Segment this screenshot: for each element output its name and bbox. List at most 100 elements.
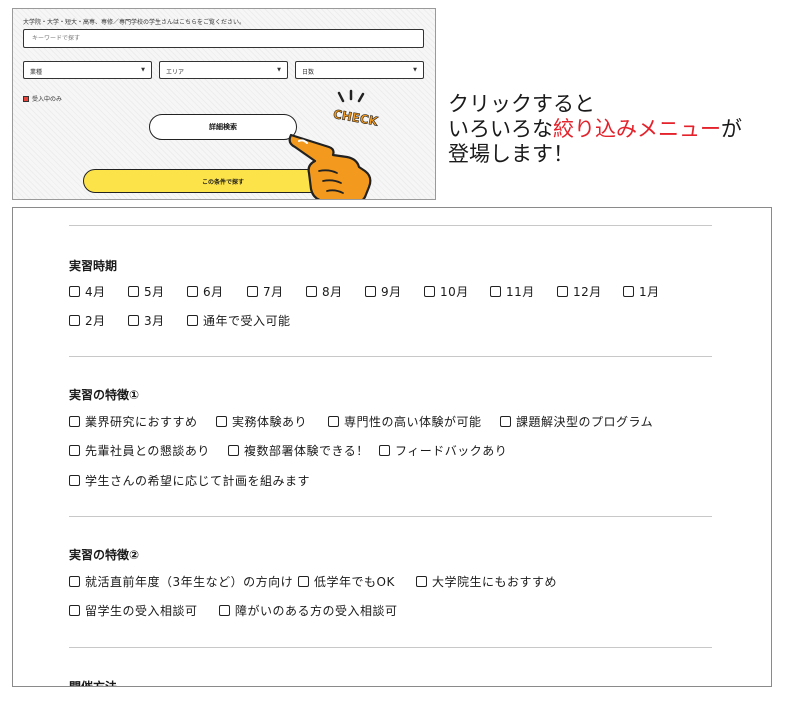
feature-option[interactable]: 先輩社員との懇談あり <box>69 442 210 459</box>
checkbox[interactable] <box>187 315 198 326</box>
checkbox[interactable] <box>424 286 435 297</box>
feature-option[interactable]: 障がいのある方の受入相談可 <box>219 602 398 619</box>
feature-option[interactable]: 業界研究におすすめ <box>69 413 198 430</box>
option-label: 通年で受入可能 <box>203 314 291 328</box>
checkbox[interactable] <box>228 445 239 456</box>
option-label: 学生さんの希望に応じて計画を組みます <box>85 474 311 488</box>
period-option[interactable]: 6月 <box>187 283 224 300</box>
feature-option[interactable]: 課題解決型のプログラム <box>500 413 653 430</box>
feature-option[interactable]: 大学院生にもおすすめ <box>416 573 557 590</box>
option-label: 障がいのある方の受入相談可 <box>235 604 398 618</box>
option-label: 業界研究におすすめ <box>85 415 198 429</box>
checkbox[interactable] <box>298 576 309 587</box>
period-option[interactable]: 通年で受入可能 <box>187 312 291 329</box>
period-option[interactable]: 7月 <box>247 283 284 300</box>
area-select[interactable]: エリア ▼ <box>159 61 288 79</box>
checkbox[interactable] <box>557 286 568 297</box>
period-option[interactable]: 3月 <box>128 312 165 329</box>
checkbox[interactable] <box>500 416 511 427</box>
industry-select-label: 業種 <box>30 69 43 76</box>
checkbox[interactable] <box>69 315 80 326</box>
period-option[interactable]: 10月 <box>424 283 469 300</box>
divider <box>69 356 712 357</box>
checkbox[interactable] <box>128 286 139 297</box>
option-label: 6月 <box>203 285 224 299</box>
option-label: 3月 <box>144 314 165 328</box>
checkbox[interactable] <box>416 576 427 587</box>
section-title-features-2: 実習の特徴② <box>69 548 140 562</box>
checkbox[interactable] <box>69 475 80 486</box>
caption-text: クリックすると いろいろな絞り込みメニューが 登場します！ <box>448 92 788 167</box>
checkbox[interactable] <box>219 605 230 616</box>
feature-option[interactable]: 留学生の受入相談可 <box>69 602 198 619</box>
option-label: 大学院生にもおすすめ <box>432 575 558 589</box>
accepting-only-checkbox[interactable]: 受入中のみ <box>23 94 62 103</box>
option-label: 12月 <box>573 285 602 299</box>
checkbox[interactable] <box>247 286 258 297</box>
caption-line-1: クリックすると <box>448 92 595 116</box>
days-select-label: 日数 <box>302 69 315 76</box>
feature-option[interactable]: 複数部署体験できる！ <box>228 442 369 459</box>
option-label: 実務体験あり <box>232 415 308 429</box>
checkbox[interactable] <box>490 286 501 297</box>
period-option[interactable]: 9月 <box>365 283 402 300</box>
feature-option[interactable]: フィードバックあり <box>379 442 507 459</box>
checkbox-mark <box>23 95 29 102</box>
option-label: 複数部署体験できる！ <box>244 444 369 458</box>
feature-option[interactable]: 就活直前年度（3年生など）の方向け <box>69 573 293 590</box>
period-option[interactable]: 5月 <box>128 283 165 300</box>
chevron-down-icon: ▼ <box>413 67 417 73</box>
industry-select[interactable]: 業種 ▼ <box>23 61 152 79</box>
option-label: 8月 <box>322 285 343 299</box>
period-option[interactable]: 4月 <box>69 283 106 300</box>
period-option[interactable]: 12月 <box>557 283 602 300</box>
checkbox[interactable] <box>379 445 390 456</box>
option-label: フィードバックあり <box>395 444 508 458</box>
checkbox[interactable] <box>69 416 80 427</box>
option-label: 1月 <box>639 285 660 299</box>
checkbox[interactable] <box>187 286 198 297</box>
area-select-label: エリア <box>166 69 185 76</box>
option-label: 2月 <box>85 314 106 328</box>
filter-panel: 実習時期 4月 5月 6月 7月 8月 9月 10月 11月 12月 1月 2月… <box>12 207 772 687</box>
feature-option[interactable]: 学生さんの希望に応じて計画を組みます <box>69 472 310 489</box>
check-badge-text: CHECK <box>332 107 380 129</box>
checkbox[interactable] <box>69 605 80 616</box>
days-select[interactable]: 日数 ▼ <box>295 61 424 79</box>
caption-line-3: 登場します！ <box>448 142 574 166</box>
divider <box>69 516 712 517</box>
option-label: 専門性の高い体験が可能 <box>344 415 482 429</box>
period-option[interactable]: 1月 <box>623 283 660 300</box>
checkbox[interactable] <box>328 416 339 427</box>
checkbox[interactable] <box>216 416 227 427</box>
search-screenshot: 大学院・大学・短大・高専、専修／専門学校の学生さんはこちらをご覧ください。 業種… <box>12 8 436 200</box>
option-label: 10月 <box>440 285 469 299</box>
feature-option[interactable]: 低学年でもOK <box>298 573 395 590</box>
detail-search-button[interactable]: 詳細検索 <box>149 114 297 140</box>
accepting-only-label: 受入中のみ <box>32 96 63 103</box>
checkbox[interactable] <box>69 445 80 456</box>
checkbox[interactable] <box>306 286 317 297</box>
option-label: 先輩社員との懇談あり <box>85 444 210 458</box>
option-label: 9月 <box>381 285 402 299</box>
option-label: 11月 <box>506 285 535 299</box>
checkbox[interactable] <box>365 286 376 297</box>
option-label: 7月 <box>263 285 284 299</box>
keyword-input[interactable] <box>23 29 424 48</box>
period-option[interactable]: 11月 <box>490 283 535 300</box>
pointing-hand-icon: CHECK <box>288 89 380 199</box>
checkbox[interactable] <box>623 286 634 297</box>
period-option[interactable]: 8月 <box>306 283 343 300</box>
option-label: 課題解決型のプログラム <box>516 415 654 429</box>
feature-option[interactable]: 実務体験あり <box>216 413 307 430</box>
chevron-down-icon: ▼ <box>141 67 145 73</box>
checkbox[interactable] <box>128 315 139 326</box>
feature-option[interactable]: 専門性の高い体験が可能 <box>328 413 482 430</box>
period-option[interactable]: 2月 <box>69 312 106 329</box>
student-note: 大学院・大学・短大・高専、専修／専門学校の学生さんはこちらをご覧ください。 <box>23 19 246 26</box>
chevron-down-icon: ▼ <box>277 67 281 73</box>
checkbox[interactable] <box>69 576 80 587</box>
option-label: 留学生の受入相談可 <box>85 604 198 618</box>
checkbox[interactable] <box>69 286 80 297</box>
caption-line-2: いろいろな絞り込みメニューが <box>448 117 788 142</box>
